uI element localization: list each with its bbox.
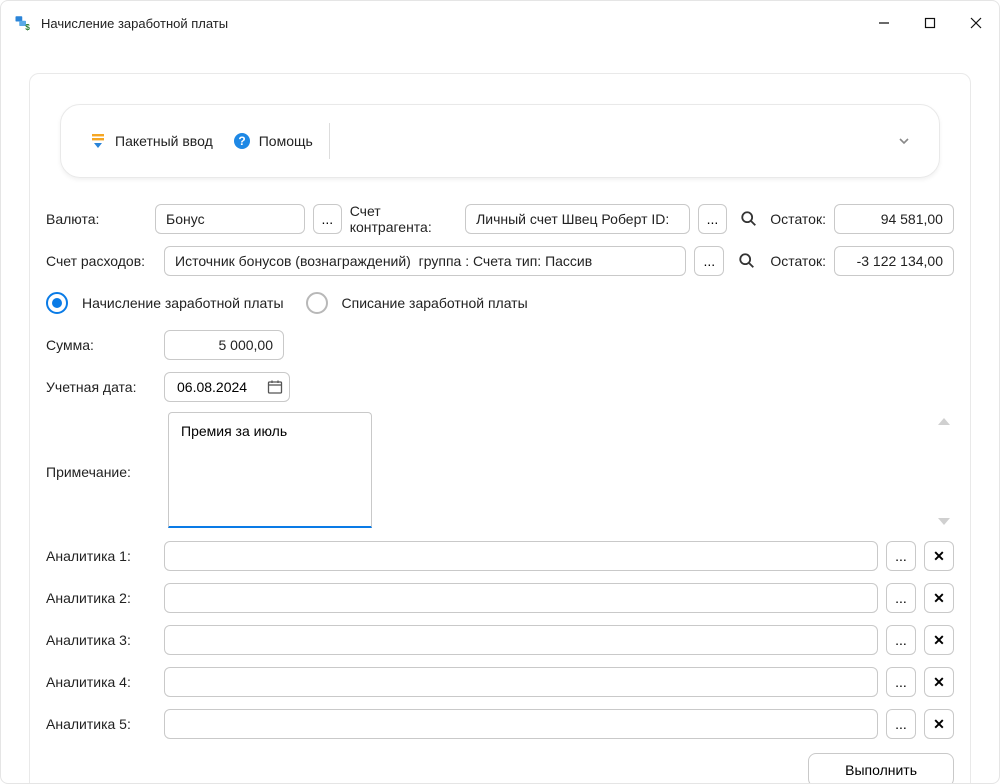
row-note: Примечание: [46,412,954,531]
app-icon: $ [13,13,33,33]
note-label: Примечание: [46,464,156,480]
calendar-icon[interactable] [267,379,283,395]
app-window: $ Начисление заработной платы [0,0,1000,784]
batch-input-label: Пакетный ввод [115,133,213,149]
note-scroll-up-icon[interactable] [938,418,950,425]
analytics5-input[interactable] [164,709,878,739]
analytics1-clear-button[interactable]: ✕ [924,541,954,571]
currency-label: Валюта: [46,211,147,227]
analytics2-label: Аналитика 2: [46,590,156,606]
analytics4-input[interactable] [164,667,878,697]
toolbar: Пакетный ввод ? Помощь [60,104,940,178]
radio-writeoff[interactable] [306,292,328,314]
row-expense-account: Счет расходов: ... Остаток: [46,244,954,278]
posting-date-field[interactable] [164,372,290,402]
contractor-account-input[interactable] [465,204,690,234]
analytics4-clear-button[interactable]: ✕ [924,667,954,697]
batch-input-icon [89,132,107,150]
posting-date-input[interactable] [175,378,259,396]
contractor-balance-value [834,204,954,234]
window-buttons [861,1,999,45]
contractor-balance-label: Остаток: [770,211,826,227]
close-button[interactable] [953,1,999,45]
amount-label: Сумма: [46,337,156,353]
minimize-button[interactable] [861,1,907,45]
titlebar: $ Начисление заработной платы [1,1,999,45]
row-analytics-1: Аналитика 1: ... ✕ [46,539,954,573]
amount-input[interactable] [164,330,284,360]
expense-account-search-button[interactable] [732,246,762,276]
analytics5-browse-button[interactable]: ... [886,709,916,739]
expense-balance-value [834,246,954,276]
analytics5-clear-button[interactable]: ✕ [924,709,954,739]
window-title: Начисление заработной платы [41,16,228,31]
analytics1-input[interactable] [164,541,878,571]
note-wrap [168,412,954,531]
expense-account-browse-button[interactable]: ... [694,246,724,276]
svg-text:$: $ [25,23,30,32]
analytics3-clear-button[interactable]: ✕ [924,625,954,655]
analytics3-browse-button[interactable]: ... [886,625,916,655]
row-analytics-2: Аналитика 2: ... ✕ [46,581,954,615]
currency-browse-button[interactable]: ... [313,204,342,234]
row-analytics-3: Аналитика 3: ... ✕ [46,623,954,657]
analytics2-browse-button[interactable]: ... [886,583,916,613]
batch-input-button[interactable]: Пакетный ввод [79,128,223,154]
analytics4-browse-button[interactable]: ... [886,667,916,697]
row-posting-date: Учетная дата: [46,370,954,404]
help-icon: ? [233,132,251,150]
radio-accrual[interactable] [46,292,68,314]
row-analytics-4: Аналитика 4: ... ✕ [46,665,954,699]
row-operation-type: Начисление заработной платы Списание зар… [46,286,954,320]
analytics1-label: Аналитика 1: [46,548,156,564]
contractor-account-search-button[interactable] [735,204,763,234]
analytics3-label: Аналитика 3: [46,632,156,648]
expense-account-input[interactable] [164,246,686,276]
analytics1-browse-button[interactable]: ... [886,541,916,571]
contractor-account-label: Счет контрагента: [350,203,457,235]
row-analytics-5: Аналитика 5: ... ✕ [46,707,954,741]
note-scroll-down-icon[interactable] [938,518,950,525]
execute-button[interactable]: Выполнить [808,753,954,784]
form-panel: Пакетный ввод ? Помощь [29,73,971,784]
row-amount: Сумма: [46,328,954,362]
analytics3-input[interactable] [164,625,878,655]
radio-accrual-label: Начисление заработной платы [82,295,284,311]
analytics2-clear-button[interactable]: ✕ [924,583,954,613]
maximize-button[interactable] [907,1,953,45]
posting-date-label: Учетная дата: [46,379,156,395]
radio-writeoff-label: Списание заработной платы [342,295,528,311]
svg-text:?: ? [238,134,245,148]
expense-balance-label: Остаток: [770,253,826,269]
analytics4-label: Аналитика 4: [46,674,156,690]
toolbar-separator [329,123,330,159]
analytics2-input[interactable] [164,583,878,613]
footer: Выполнить [46,753,954,784]
toolbar-expand-button[interactable] [897,134,911,148]
expense-account-label: Счет расходов: [46,253,156,269]
help-label: Помощь [259,133,313,149]
help-button[interactable]: ? Помощь [223,128,323,154]
currency-input[interactable] [155,204,305,234]
note-input[interactable] [168,412,372,528]
row-currency: Валюта: ... Счет контрагента: ... Остато… [46,202,954,236]
client-area: Пакетный ввод ? Помощь [1,45,999,784]
analytics5-label: Аналитика 5: [46,716,156,732]
contractor-account-browse-button[interactable]: ... [698,204,727,234]
